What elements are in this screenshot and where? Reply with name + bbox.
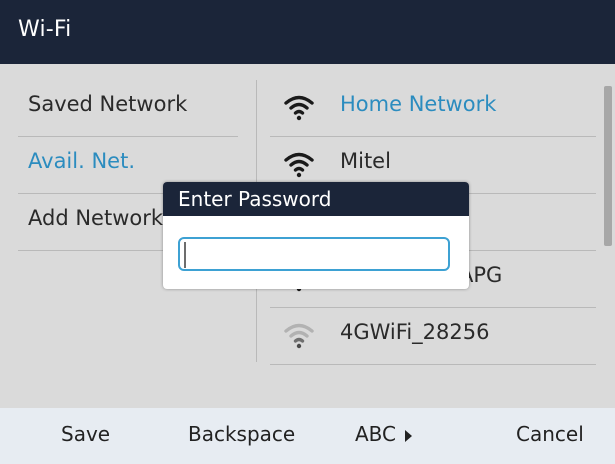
input-mode-label: ABC xyxy=(355,422,397,446)
network-item-home-network[interactable]: Home Network xyxy=(270,80,596,137)
menu-item-label: Avail. Net. xyxy=(28,149,135,173)
wifi-full-icon xyxy=(284,152,314,178)
phone-screen: Wi-Fi Saved Network Avail. Net. Add Netw… xyxy=(0,0,615,464)
backspace-button[interactable]: Backspace xyxy=(188,422,295,446)
network-item-4gwifi[interactable]: 4GWiFi_28256 xyxy=(270,308,596,365)
password-dialog: Enter Password xyxy=(163,182,469,289)
wifi-weak-icon xyxy=(284,323,314,349)
network-name: Home Network xyxy=(340,92,497,116)
menu-item-label: Saved Network xyxy=(28,92,188,116)
menu-item-saved-network[interactable]: Saved Network xyxy=(18,80,238,137)
network-name: 4GWiFi_28256 xyxy=(340,320,490,344)
save-button[interactable]: Save xyxy=(61,422,110,446)
cancel-button[interactable]: Cancel xyxy=(516,422,584,446)
menu-item-label: Add Network xyxy=(28,206,164,230)
dialog-header: Enter Password xyxy=(163,182,469,216)
network-name: Mitel xyxy=(340,149,391,173)
screen-title: Wi-Fi xyxy=(18,17,72,42)
softkey-bar: Save Backspace ABC Cancel xyxy=(0,408,615,464)
scrollbar[interactable] xyxy=(604,86,612,246)
arrow-right-icon xyxy=(405,429,413,442)
wifi-full-icon xyxy=(284,95,314,121)
input-mode-button[interactable]: ABC xyxy=(355,422,413,446)
dialog-title: Enter Password xyxy=(178,187,332,211)
title-bar: Wi-Fi xyxy=(0,0,615,64)
text-cursor xyxy=(184,242,186,268)
password-input[interactable] xyxy=(178,237,450,271)
